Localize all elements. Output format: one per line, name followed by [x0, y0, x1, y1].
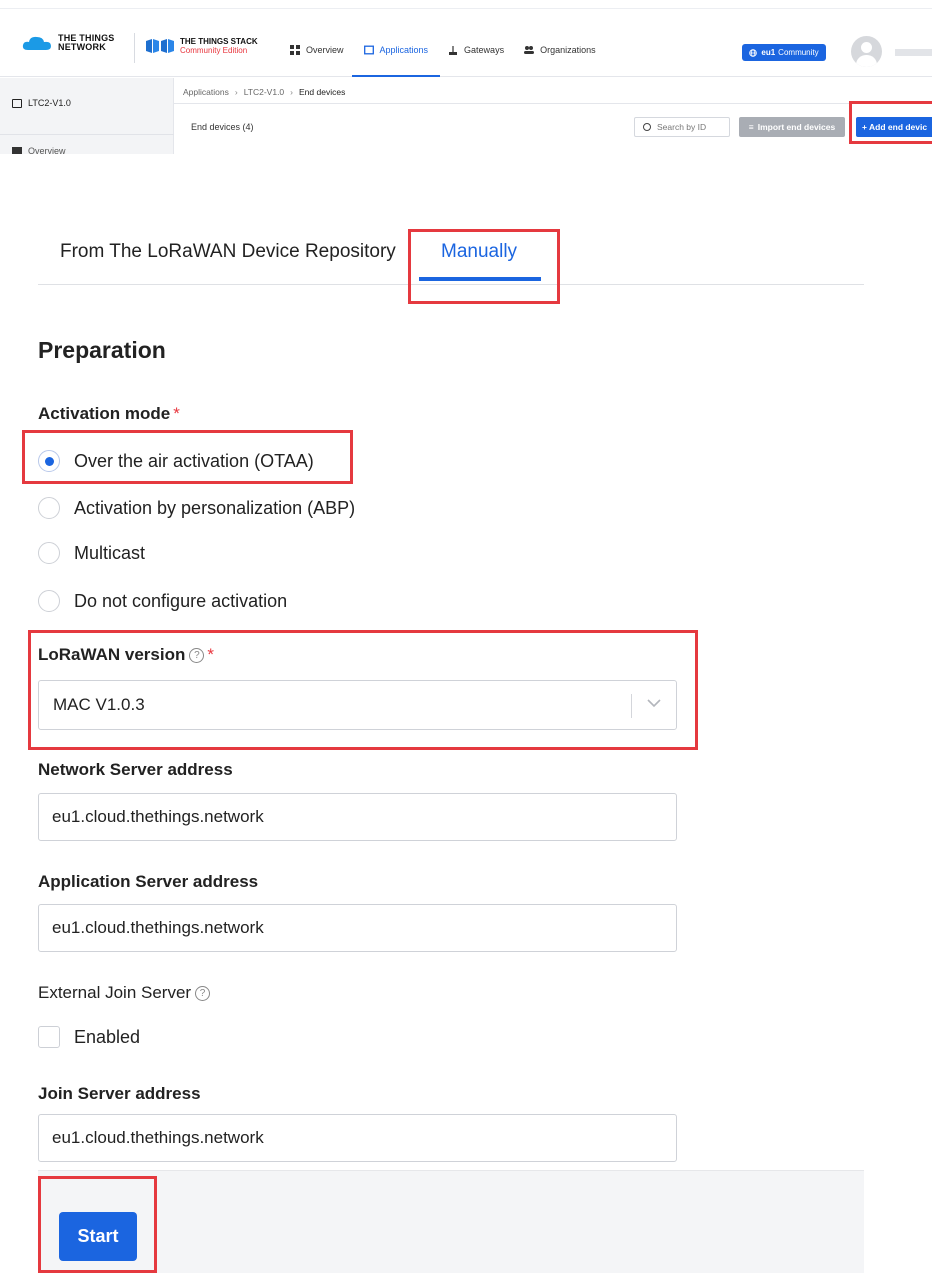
radio-multicast[interactable]: Multicast — [38, 542, 145, 564]
nav-applications[interactable]: Applications — [363, 45, 429, 55]
checkbox-label: Enabled — [74, 1026, 141, 1047]
breadcrumb-divider — [174, 103, 932, 104]
tab-repository[interactable]: From The LoRaWAN Device Repository — [60, 241, 396, 263]
breadcrumb-app[interactable]: LTC2-V1.0 — [244, 87, 284, 97]
start-button[interactable]: Start — [59, 1212, 137, 1261]
main-nav: Overview Applications Gateways Organizat… — [290, 45, 616, 55]
external-join-server-label: External Join Server ? — [38, 983, 211, 1003]
registration-tabs: From The LoRaWAN Device Repository Manua… — [38, 226, 864, 285]
ns-address-field[interactable]: eu1.cloud.thethings.network — [38, 793, 677, 841]
cloud-logo-icon — [22, 36, 51, 50]
required-mark: * — [207, 645, 214, 664]
activation-mode-label: Activation mode * — [38, 404, 180, 424]
redacted-username[interactable] — [895, 49, 932, 56]
nav-gateways-label: Gateways — [464, 45, 505, 55]
radio-circle[interactable] — [38, 590, 60, 612]
lorawan-version-select[interactable]: MAC V1.0.3 — [38, 680, 677, 730]
required-mark: * — [173, 404, 180, 423]
ttn-logo-line2: NETWORK — [58, 42, 106, 52]
end-devices-title: End devices (4) — [191, 122, 254, 132]
sidebar-app-name: LTC2-V1.0 — [28, 98, 71, 108]
organizations-icon — [524, 46, 535, 54]
tts-logo-line2: Community Edition — [180, 46, 248, 55]
cluster-region: eu1 — [761, 48, 776, 57]
lorawan-version-text: LoRaWAN version — [38, 645, 186, 664]
application-icon — [363, 45, 374, 55]
nav-organizations-label: Organizations — [540, 45, 596, 55]
external-join-server-checkbox[interactable]: Enabled — [38, 1026, 140, 1048]
sidebar-overview-label: Overview — [28, 146, 66, 154]
lorawan-version-label: LoRaWAN version ? * — [38, 645, 214, 665]
chevron-down-icon[interactable] — [646, 695, 662, 711]
globe-icon — [749, 48, 758, 57]
help-icon[interactable]: ? — [189, 647, 205, 663]
tts-logo-line1: THE THINGS STACK — [180, 37, 258, 46]
radio-abp[interactable]: Activation by personalization (ABP) — [38, 497, 355, 519]
active-nav-indicator — [352, 75, 440, 77]
tts-blocks-icon — [146, 39, 174, 53]
import-label: Import end devices — [757, 122, 836, 132]
nav-organizations[interactable]: Organizations — [524, 45, 596, 55]
radio-circle[interactable] — [38, 450, 60, 472]
lorawan-version-value: MAC V1.0.3 — [53, 695, 145, 714]
as-address-field[interactable]: eu1.cloud.thethings.network — [38, 904, 677, 952]
nav-overview-label: Overview — [306, 45, 344, 55]
sidebar-divider — [0, 134, 174, 135]
checkbox-box[interactable] — [38, 1026, 60, 1048]
search-input[interactable]: Search by ID — [634, 117, 730, 137]
top-navigation-bar: THE THINGS NETWORK THE THINGS STACK Comm… — [0, 8, 932, 77]
radio-circle[interactable] — [38, 497, 60, 519]
radio-otaa[interactable]: Over the air activation (OTAA) — [38, 450, 314, 472]
gateway-icon — [449, 46, 458, 55]
nav-gateways[interactable]: Gateways — [448, 45, 504, 55]
breadcrumb-separator: › — [290, 87, 294, 97]
import-icon: ≡ — [748, 122, 754, 132]
search-icon — [643, 123, 651, 131]
breadcrumb: Applications › LTC2-V1.0 › End devices — [183, 87, 345, 97]
tab-manually[interactable]: Manually — [441, 241, 517, 263]
import-end-devices-button[interactable]: ≡ Import end devices — [739, 117, 845, 137]
breadcrumb-end-devices: End devices — [299, 87, 346, 97]
radio-circle[interactable] — [38, 542, 60, 564]
breadcrumb-separator: › — [234, 87, 238, 97]
as-address-label: Application Server address — [38, 872, 259, 891]
sidebar-item-overview[interactable]: Overview — [12, 146, 66, 154]
application-icon — [12, 98, 22, 108]
radio-multicast-label: Multicast — [74, 542, 146, 563]
js-address-label: Join Server address — [38, 1084, 201, 1103]
sidebar-app-title[interactable]: LTC2-V1.0 — [12, 98, 71, 108]
avatar[interactable] — [851, 36, 882, 67]
ns-address-label: Network Server address — [38, 760, 233, 779]
activation-mode-text: Activation mode — [38, 404, 171, 423]
section-title: Preparation — [38, 337, 166, 363]
nav-applications-label: Applications — [379, 45, 429, 55]
cluster-label: Community — [778, 48, 819, 57]
tts-logo[interactable]: THE THINGS STACK Community Edition — [145, 37, 258, 55]
add-end-device-button[interactable]: + Add end devic — [856, 117, 932, 137]
search-placeholder: Search by ID — [657, 122, 707, 132]
select-separator — [631, 694, 632, 718]
radio-otaa-label: Over the air activation (OTAA) — [74, 450, 314, 471]
cluster-badge[interactable]: eu1 Community — [742, 44, 826, 61]
radio-no-activation[interactable]: Do not configure activation — [38, 590, 287, 612]
ttn-logo[interactable]: THE THINGS NETWORK — [22, 34, 115, 52]
console-header-screenshot: THE THINGS NETWORK THE THINGS STACK Comm… — [0, 0, 932, 154]
grid-icon — [12, 147, 22, 154]
active-tab-indicator — [419, 277, 541, 281]
external-join-server-text: External Join Server — [38, 983, 192, 1002]
grid-icon — [290, 45, 300, 55]
sidebar: LTC2-V1.0 Overview — [0, 78, 174, 154]
radio-no-activation-label: Do not configure activation — [74, 590, 288, 611]
form-footer — [38, 1170, 864, 1273]
js-address-field[interactable]: eu1.cloud.thethings.network — [38, 1114, 677, 1162]
header-divider — [134, 33, 135, 63]
radio-abp-label: Activation by personalization (ABP) — [74, 497, 356, 518]
breadcrumb-applications[interactable]: Applications — [183, 87, 229, 97]
help-icon[interactable]: ? — [195, 985, 211, 1001]
nav-overview[interactable]: Overview — [290, 45, 344, 55]
